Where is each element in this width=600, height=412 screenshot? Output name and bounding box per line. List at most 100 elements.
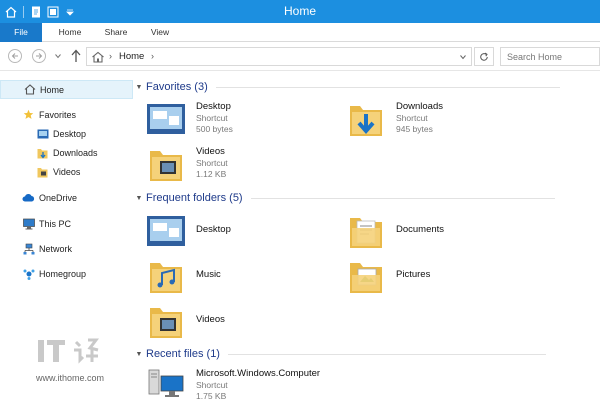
tile-downloads-shortcut[interactable]: Downloads Shortcut 945 bytes — [344, 99, 443, 141]
address-dropdown-icon[interactable] — [459, 53, 467, 61]
tile-name: Videos — [196, 146, 225, 157]
nav-item-downloads[interactable]: Downloads — [0, 143, 133, 162]
tile-name: Videos — [196, 314, 225, 325]
tile-type: Shortcut — [396, 113, 428, 123]
desktop-icon — [36, 127, 49, 140]
videos-folder-icon — [36, 165, 49, 178]
tile-size: 945 bytes — [396, 124, 433, 134]
ithome-logo — [34, 332, 124, 372]
breadcrumb-separator-icon[interactable]: › — [151, 51, 154, 61]
nav-item-label: OneDrive — [39, 192, 78, 203]
nav-item-label: Network — [39, 243, 73, 254]
nav-item-label: Desktop — [53, 128, 87, 139]
homegroup-icon — [22, 267, 35, 280]
tile-documents-folder[interactable]: Documents — [344, 211, 444, 253]
navigation-pane: Home Favorites Desktop Downloads Videos … — [0, 72, 133, 412]
tile-name: Desktop — [196, 101, 231, 112]
home-icon — [23, 83, 36, 96]
tile-videos-shortcut[interactable]: Videos Shortcut 1.12 KB — [144, 144, 228, 186]
downloads-folder-icon — [344, 99, 388, 139]
nav-item-label: Home — [40, 84, 65, 95]
section-header-recent-files[interactable]: ▼ Recent files (1) — [134, 346, 546, 362]
section-header-frequent-folders[interactable]: ▼ Frequent folders (5) — [134, 190, 555, 206]
nav-item-videos[interactable]: Videos — [0, 162, 133, 181]
tile-recent-file[interactable]: Microsoft.Windows.Computer Shortcut 1.75… — [144, 366, 320, 408]
tile-type: Shortcut — [196, 113, 228, 123]
section-divider — [227, 353, 546, 355]
nav-item-favorites[interactable]: Favorites — [0, 105, 133, 124]
star-icon — [22, 108, 35, 121]
tile-type: Shortcut — [196, 380, 228, 390]
tile-videos-folder[interactable]: Videos — [144, 301, 225, 343]
nav-item-label: Homegroup — [39, 268, 87, 279]
nav-item-home[interactable]: Home — [0, 80, 133, 99]
tile-name: Pictures — [396, 269, 431, 280]
section-title: Recent files (1) — [146, 348, 220, 360]
tile-name: Desktop — [196, 224, 231, 235]
nav-item-label: This PC — [39, 218, 72, 229]
documents-folder-icon — [344, 211, 388, 251]
nav-item-onedrive[interactable]: OneDrive — [0, 188, 133, 207]
content-pane: ▼ Favorites (3) Desktop Shortcut 500 byt… — [134, 72, 600, 412]
tab-file[interactable]: File — [0, 23, 42, 42]
watermark-url: www.ithome.com — [36, 373, 105, 383]
back-button[interactable] — [8, 49, 22, 63]
computer-icon — [22, 217, 35, 230]
pictures-folder-icon — [344, 256, 388, 296]
tab-home[interactable]: Home — [48, 23, 92, 42]
refresh-icon — [480, 52, 488, 61]
desktop-icon — [144, 99, 188, 139]
tile-type: Shortcut — [196, 158, 228, 168]
ribbon-tabs: File Home Share View — [0, 23, 600, 42]
tile-pictures-folder[interactable]: Pictures — [344, 256, 430, 298]
cloud-icon — [22, 191, 35, 204]
arrow-right-icon — [36, 53, 43, 59]
up-arrow-icon[interactable] — [70, 49, 82, 63]
tile-size: 500 bytes — [196, 124, 233, 134]
nav-item-label: Videos — [53, 166, 81, 177]
tile-name: Downloads — [396, 101, 443, 112]
tile-music-folder[interactable]: Music — [144, 256, 221, 298]
nav-item-network[interactable]: Network — [0, 239, 133, 258]
nav-item-label: Downloads — [53, 147, 98, 158]
computer-icon — [144, 366, 188, 406]
tab-share[interactable]: Share — [96, 23, 136, 42]
section-divider — [250, 197, 555, 199]
address-bar[interactable]: › Home › — [86, 47, 472, 66]
breadcrumb-home[interactable]: Home — [119, 51, 144, 62]
window-title: Home — [283, 4, 316, 18]
tab-view[interactable]: View — [140, 23, 180, 42]
nav-item-this-pc[interactable]: This PC — [0, 214, 133, 233]
search-input[interactable] — [500, 47, 600, 66]
nav-item-label: Favorites — [39, 109, 77, 120]
refresh-button[interactable] — [474, 47, 494, 66]
tile-size: 1.75 KB — [196, 391, 227, 401]
collapse-chevron-icon[interactable]: ▼ — [134, 351, 144, 358]
arrow-left-icon — [11, 53, 18, 59]
tile-desktop-shortcut[interactable]: Desktop Shortcut 500 bytes — [144, 99, 233, 141]
section-header-favorites[interactable]: ▼ Favorites (3) — [134, 79, 560, 95]
tile-size: 1.12 KB — [196, 169, 227, 179]
breadcrumb-separator-icon[interactable]: › — [109, 51, 112, 61]
tile-name: Microsoft.Windows.Computer — [196, 368, 321, 379]
collapse-chevron-icon[interactable]: ▼ — [134, 84, 144, 91]
tile-name: Music — [196, 269, 221, 280]
desktop-icon — [144, 211, 188, 251]
forward-button[interactable] — [32, 49, 46, 63]
nav-item-homegroup[interactable]: Homegroup — [0, 264, 133, 283]
title-bar: Home — [0, 0, 600, 23]
section-divider — [215, 86, 560, 88]
section-title: Favorites (3) — [146, 81, 208, 93]
downloads-folder-icon — [36, 146, 49, 159]
collapse-chevron-icon[interactable]: ▼ — [134, 195, 144, 202]
nav-item-desktop[interactable]: Desktop — [0, 124, 133, 143]
videos-folder-icon — [144, 144, 188, 184]
address-bar-row: › Home › — [0, 43, 600, 71]
recent-locations-icon[interactable] — [54, 52, 62, 60]
tile-desktop-folder[interactable]: Desktop — [144, 211, 231, 253]
tile-name: Documents — [396, 224, 445, 235]
home-icon — [92, 51, 104, 63]
music-folder-icon — [144, 256, 188, 296]
videos-folder-icon — [144, 301, 188, 341]
network-icon — [22, 242, 35, 255]
